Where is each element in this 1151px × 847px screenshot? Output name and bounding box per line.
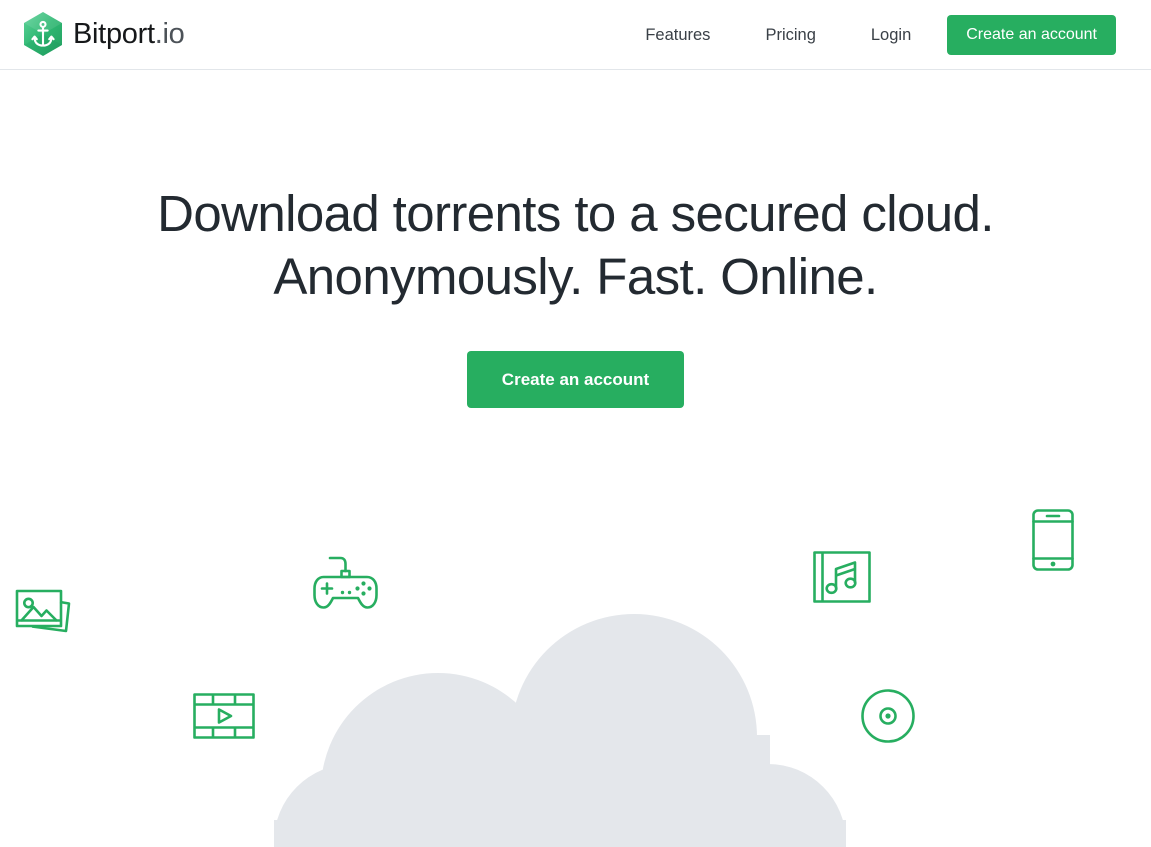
gamepad-icon — [313, 556, 378, 609]
header-create-account-button[interactable]: Create an account — [947, 15, 1116, 55]
main-navigation: Features Pricing Login Create an account — [641, 0, 1116, 70]
logo-wordmark: Bitport.io — [73, 17, 185, 50]
logo-name: Bitport — [73, 17, 155, 50]
hero-cta-container: Create an account — [0, 351, 1151, 409]
film-icon — [193, 693, 255, 739]
nav-item-features[interactable]: Features — [641, 20, 714, 51]
hero-section: Download torrents to a secured cloud. An… — [0, 70, 1151, 409]
logo-tld: .io — [154, 17, 185, 50]
site-header: Bitport.io Features Pricing Login Create… — [0, 0, 1151, 70]
logo-link[interactable]: Bitport.io — [22, 11, 185, 57]
hero-headline: Download torrents to a secured cloud. An… — [0, 70, 1151, 308]
photos-icon — [15, 589, 71, 633]
hero-create-account-button[interactable]: Create an account — [466, 351, 685, 409]
nav-item-pricing[interactable]: Pricing — [761, 20, 819, 51]
disc-icon — [861, 689, 915, 743]
smartphone-icon — [1032, 509, 1074, 571]
hero-headline-line-1: Download torrents to a secured cloud. — [157, 185, 994, 242]
music-icon — [813, 551, 871, 603]
hero-headline-line-2: Anonymously. Fast. Online. — [273, 247, 878, 305]
nav-item-login[interactable]: Login — [867, 20, 915, 51]
anchor-hexagon-icon — [22, 11, 64, 57]
